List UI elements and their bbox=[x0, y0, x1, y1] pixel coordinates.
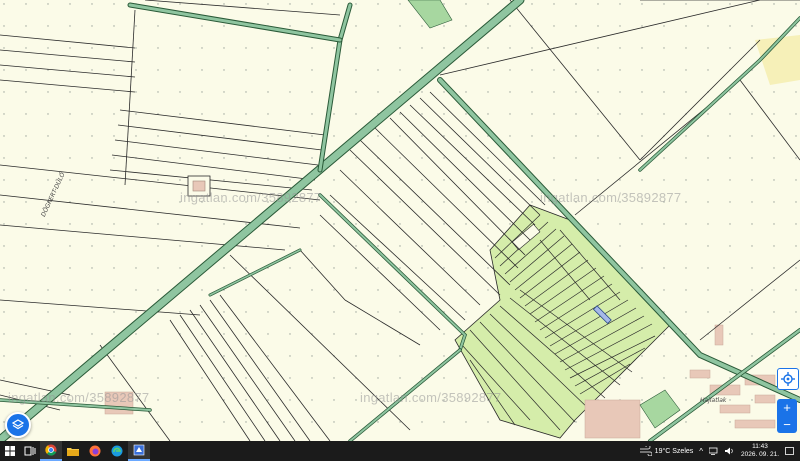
chrome-button[interactable] bbox=[40, 441, 62, 461]
edge-button[interactable] bbox=[106, 441, 128, 461]
chrome-icon bbox=[45, 444, 57, 456]
taskbar: 19°C Szeles ^ 11:43 2026. 09. 21. bbox=[0, 441, 800, 461]
map-canvas[interactable]: ingatlan.com/35892877 ingatlan.com/35892… bbox=[0, 0, 800, 441]
start-button[interactable] bbox=[0, 441, 20, 461]
layers-icon bbox=[12, 419, 24, 430]
file-explorer-icon bbox=[67, 448, 79, 456]
map-svg bbox=[0, 0, 800, 441]
watermark: ingatlan.com/35892877 bbox=[360, 390, 502, 405]
notification-icon[interactable] bbox=[785, 446, 794, 456]
file-explorer-button[interactable] bbox=[62, 441, 84, 461]
task-view-icon bbox=[24, 446, 36, 456]
watermark: ingatlan.com/35892877 bbox=[540, 190, 682, 205]
app-button[interactable] bbox=[128, 441, 150, 461]
firefox-icon bbox=[89, 445, 101, 457]
clock-time: 11:43 bbox=[752, 443, 768, 450]
wind-icon bbox=[639, 446, 652, 456]
start-icon bbox=[5, 446, 15, 456]
watermark: ingatlan.com/35892877 bbox=[8, 390, 150, 405]
clock[interactable]: 11:43 2026. 09. 21. bbox=[741, 443, 779, 459]
zoom-in-button[interactable]: + bbox=[783, 400, 791, 415]
system-tray: 19°C Szeles ^ 11:43 2026. 09. 21. bbox=[639, 443, 800, 459]
weather-widget[interactable]: 19°C Szeles bbox=[639, 446, 694, 456]
chevron-up-icon[interactable]: ^ bbox=[699, 447, 703, 456]
locate-button[interactable] bbox=[777, 368, 799, 390]
speaker-icon[interactable] bbox=[725, 447, 735, 455]
watermark: ingatlan.com/35892877 bbox=[180, 190, 322, 205]
layers-button[interactable] bbox=[5, 412, 31, 438]
edge-icon bbox=[111, 445, 123, 457]
network-icon[interactable] bbox=[709, 447, 719, 455]
weather-text: 19°C Szeles bbox=[654, 447, 694, 455]
task-view-button[interactable] bbox=[20, 441, 40, 461]
app-icon bbox=[133, 444, 145, 456]
firefox-button[interactable] bbox=[84, 441, 106, 461]
clock-date: 2026. 09. 21. bbox=[741, 451, 779, 458]
street-label: Hajlatlak bbox=[700, 397, 727, 404]
crosshair-icon bbox=[781, 372, 795, 386]
zoom-out-button[interactable]: − bbox=[783, 417, 791, 432]
zoom-controls: + − bbox=[777, 399, 797, 433]
